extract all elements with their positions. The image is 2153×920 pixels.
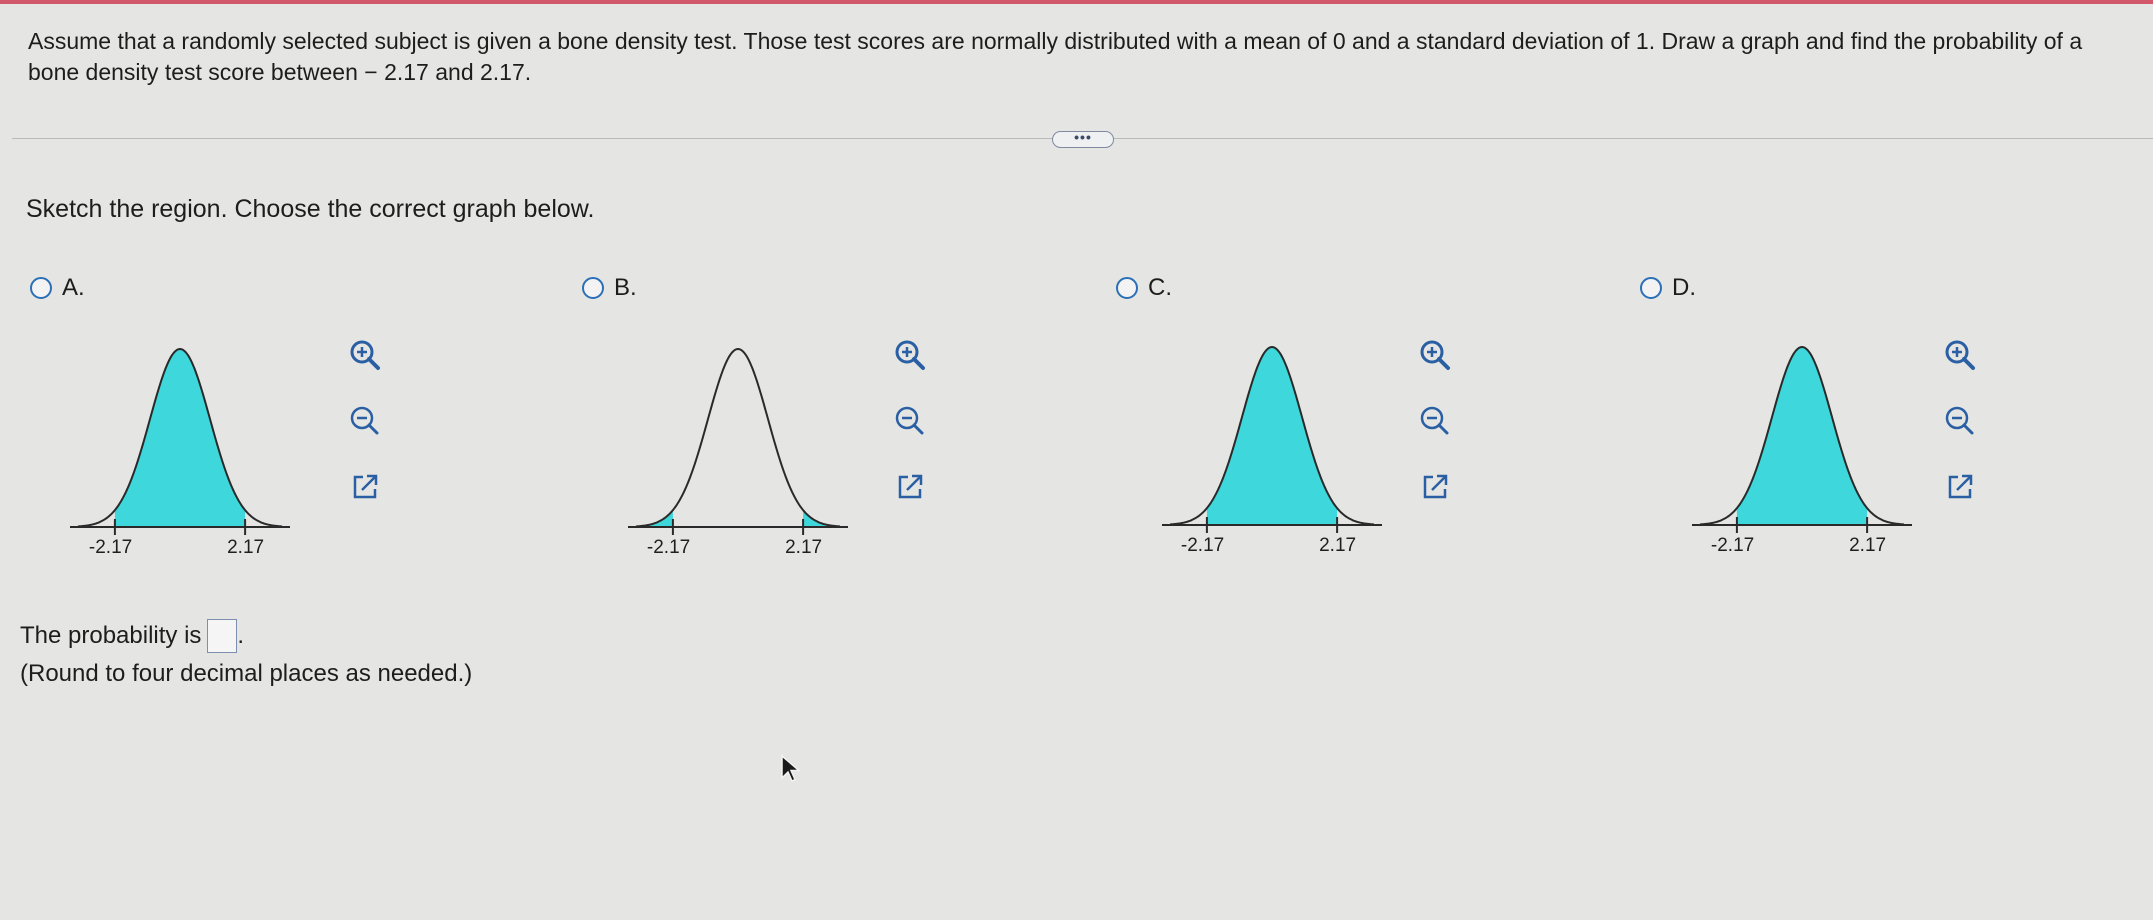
shaded-region-left-tail (636, 510, 673, 527)
radio-option-c[interactable] (1116, 277, 1138, 299)
external-link-icon[interactable] (1940, 467, 1980, 507)
more-button[interactable]: ••• (1052, 130, 1114, 148)
mouse-cursor-icon (781, 754, 802, 783)
graph-option-b: -2.17 2.17 (628, 335, 848, 558)
instruction-text: Sketch the region. Choose the correct gr… (26, 195, 595, 223)
tick-label-left: -2.17 (88, 537, 133, 558)
answer-suffix: . (237, 622, 245, 649)
zoom-out-icon[interactable] (1415, 401, 1455, 441)
normal-curve-plot (1162, 345, 1382, 533)
top-accent-bar (0, 0, 2153, 4)
tick-label-left: -2.17 (1710, 535, 1755, 556)
zoom-in-icon[interactable] (345, 335, 385, 375)
tick-label-left: -2.17 (646, 537, 691, 558)
zoom-in-icon[interactable] (1940, 335, 1980, 375)
normal-curve-plot (70, 347, 290, 535)
option-d[interactable]: D. (1640, 274, 1696, 302)
radio-option-a[interactable] (30, 277, 52, 299)
graph-option-c: -2.17 2.17 (1162, 333, 1382, 556)
external-link-icon[interactable] (890, 467, 930, 507)
answer-section: The probability is . (Round to four deci… (20, 617, 472, 693)
question-text: Assume that a randomly selected subject … (28, 28, 2083, 85)
tick-label-right: 2.17 (227, 537, 265, 558)
radio-option-b[interactable] (582, 277, 604, 299)
option-a-label: A. (62, 274, 85, 301)
shaded-region-right-tail (803, 510, 840, 527)
external-link-icon[interactable] (345, 467, 385, 507)
shaded-region-between (114, 349, 246, 527)
zoom-out-icon[interactable] (890, 401, 930, 441)
tick-label-right: 2.17 (785, 537, 823, 558)
external-link-icon[interactable] (1415, 467, 1455, 507)
zoom-in-icon[interactable] (1415, 335, 1455, 375)
graph-option-d: -2.17 2.17 (1692, 333, 1912, 556)
rounding-note: (Round to four decimal places as needed.… (20, 660, 473, 687)
graph-option-a: -2.17 2.17 (70, 335, 290, 558)
zoom-out-icon[interactable] (1940, 401, 1980, 441)
probability-input[interactable] (207, 619, 238, 653)
tick-label-right: 2.17 (1849, 535, 1887, 556)
option-b[interactable]: B. (582, 274, 637, 302)
zoom-in-icon[interactable] (890, 335, 930, 375)
shaded-region-between (1736, 347, 1868, 525)
option-b-label: B. (614, 274, 637, 301)
tick-label-right: 2.17 (1319, 535, 1357, 556)
answer-prefix: The probability is (20, 622, 202, 649)
radio-option-d[interactable] (1640, 277, 1662, 299)
option-d-label: D. (1672, 274, 1696, 301)
option-c[interactable]: C. (1116, 274, 1172, 302)
density-curve (635, 347, 841, 528)
zoom-out-icon[interactable] (345, 401, 385, 441)
shaded-region-between (1206, 347, 1338, 525)
option-a[interactable]: A. (30, 274, 85, 302)
tick-label-left: -2.17 (1180, 535, 1225, 556)
normal-curve-plot (1692, 345, 1912, 533)
normal-curve-plot (628, 347, 848, 535)
option-c-label: C. (1148, 274, 1172, 301)
